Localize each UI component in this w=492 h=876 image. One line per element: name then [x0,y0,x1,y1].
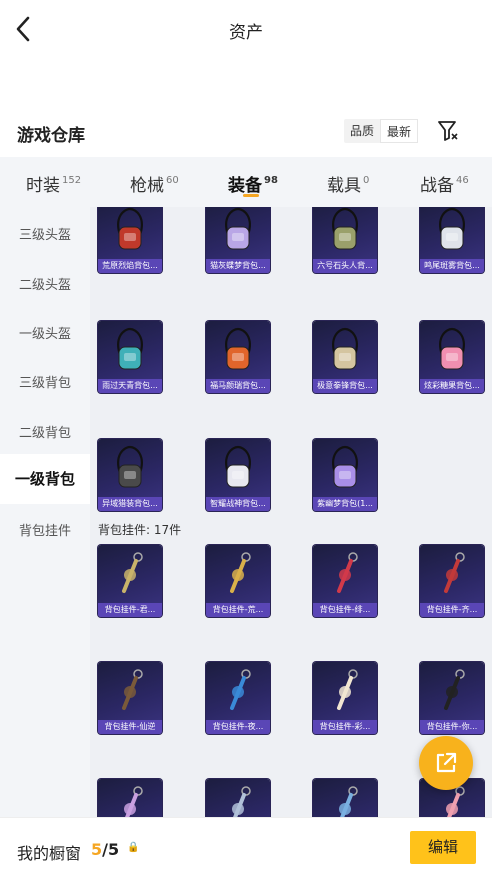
top-bar: 资产 [0,0,492,58]
backpack-item-name: 极意拳锋背包... [313,379,377,393]
backpack-item-image [117,445,143,488]
backpack-item-card[interactable]: 极意拳锋背包... [313,321,377,393]
backpack-item-card[interactable]: 雨过天青背包... [98,321,162,393]
pendant-item-name: 背包挂件-彩... [313,720,377,734]
backpack-item-image [332,445,358,488]
filter-icon[interactable] [436,118,460,144]
sort-quality-option[interactable]: 品质 [344,119,380,143]
backpack-item-card[interactable]: 六号石头人背... [313,207,377,273]
backpack-item-card[interactable]: 紫幽梦背包(1... [313,439,377,511]
showcase-count: 5/5 [91,840,120,859]
backpack-item-card[interactable]: 异域猎装背包... [98,439,162,511]
backpack-item-name: 福马颜瑞背包... [206,379,270,393]
sidebar-item-level3-backpack[interactable]: 三级背包 [0,372,90,391]
tab-guns[interactable]: 枪械 60 [130,171,179,196]
backpack-item-card[interactable]: 鸣尾斑雾背包... [420,207,484,273]
backpack-item-image [439,207,465,250]
active-tab-indicator [243,194,259,197]
pendant-item-card[interactable]: 背包挂件-夜... [206,662,270,734]
tab-vehicles[interactable]: 载具 0 [327,171,369,196]
pendant-item-image [337,669,358,710]
backpack-item-card[interactable]: 荒原烈焰背包... [98,207,162,273]
backpack-item-image [117,207,143,250]
backpack-item-name: 六号石头人背... [313,259,377,273]
pendant-item-image [444,669,465,710]
item-grid: 荒原烈焰背包... 猫灰蝶梦背包... 六号石头人背... 鸣尾斑雾背包... 雨过天青… [90,207,492,817]
backpack-item-card[interactable]: 智耀战神背包... [206,439,270,511]
pendant-item-name: 背包挂件-齐... [420,603,484,617]
backpack-item-name: 雨过天青背包... [98,379,162,393]
backpack-item-image [225,207,251,250]
backpack-item-image [117,327,143,370]
pendant-item-image [337,552,358,593]
pendant-item-name: 背包挂件-君... [98,603,162,617]
pendant-item-card[interactable]: 背包挂件-绯... [313,545,377,617]
pendant-item-image [232,786,251,817]
pendant-item-name: 背包挂件-你... [420,720,484,734]
page-title: 资产 [229,23,263,43]
backpack-item-name: 猫灰蝶梦背包... [206,259,270,273]
pendant-item-card[interactable] [206,779,270,817]
backpack-item-card[interactable]: 炫彩糖果背包... [420,321,484,393]
pendant-item-card[interactable] [98,779,162,817]
backpack-item-image [225,327,251,370]
sort-toggle: 品质 最新 [344,119,419,143]
external-link-icon [436,752,457,773]
pendant-item-name: 背包挂件-荒... [206,603,270,617]
backpack-item-image [225,445,251,488]
category-tabs: 时装 152 枪械 60 装备 98 载具 0 战备 46 [0,157,492,207]
backpack-item-name: 荒原烈焰背包... [98,259,162,273]
pendant-item-name: 背包挂件-仙逆 [98,720,162,734]
pendant-item-image [230,552,251,593]
backpack-item-image [332,207,358,250]
pendant-item-card[interactable]: 背包挂件-君... [98,545,162,617]
pendant-section-label: 背包挂件: 17件 [98,523,182,537]
edit-button[interactable]: 编辑 [410,831,476,864]
backpack-item-name: 智耀战神背包... [206,497,270,511]
backpack-item-name: 紫幽梦背包(1... [313,497,377,511]
sidebar-item-backpack-pendant[interactable]: 背包挂件 [0,520,90,539]
sidebar-item-level2-backpack[interactable]: 二级背包 [0,422,90,441]
pendant-item-image [124,786,143,817]
pendant-item-image [122,552,143,593]
share-button[interactable] [419,736,473,790]
pendant-item-card[interactable] [313,779,377,817]
tab-combat-supplies[interactable]: 战备 46 [420,171,469,196]
sidebar: 三级头盔 二级头盔 一级头盔 三级背包 二级背包 一级背包 背包挂件 [0,207,90,817]
pendant-item-image [339,786,358,817]
pendant-item-card[interactable]: 背包挂件-仙逆 [98,662,162,734]
pendant-item-card[interactable]: 背包挂件-你... [420,662,484,734]
warehouse-title: 游戏仓库 [17,126,85,146]
pendant-item-name: 背包挂件-夜... [206,720,270,734]
backpack-item-card[interactable]: 猫灰蝶梦背包... [206,207,270,273]
pendant-item-card[interactable]: 背包挂件-荒... [206,545,270,617]
pendant-item-image [230,669,251,710]
pendant-item-card[interactable]: 背包挂件-彩... [313,662,377,734]
lock-icon: 🔒 [127,842,140,853]
backpack-item-name: 炫彩糖果背包... [420,379,484,393]
tab-equipment[interactable]: 装备 98 [228,171,278,196]
tab-fashion[interactable]: 时装 152 [26,171,81,196]
sidebar-item-level1-helmet[interactable]: 一级头盔 [0,323,90,342]
sidebar-item-level2-helmet[interactable]: 二级头盔 [0,274,90,293]
backpack-item-image [332,327,358,370]
showcase-label: 我的橱窗 [17,844,82,863]
backpack-item-name: 鸣尾斑雾背包... [420,259,484,273]
sidebar-item-level1-backpack[interactable]: 一级背包 [0,454,90,504]
sort-newest-option[interactable]: 最新 [380,119,419,143]
pendant-item-card[interactable]: 背包挂件-齐... [420,545,484,617]
showcase-bar: 我的橱窗 5/5 🔒 编辑 [0,817,492,876]
pendant-item-image [444,552,465,593]
backpack-item-name: 异域猎装背包... [98,497,162,511]
backpack-item-card[interactable]: 福马颜瑞背包... [206,321,270,393]
backpack-item-image [439,327,465,370]
sidebar-item-level3-helmet[interactable]: 三级头盔 [0,224,90,243]
pendant-item-name: 背包挂件-绯... [313,603,377,617]
pendant-item-image [122,669,143,710]
